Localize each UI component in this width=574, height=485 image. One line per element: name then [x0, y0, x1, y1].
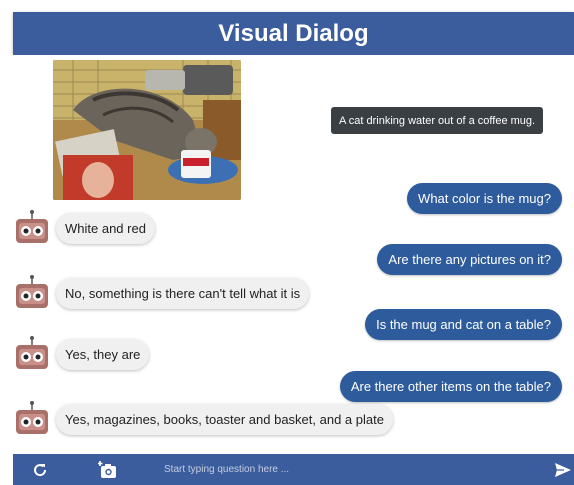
question-bubble: Are there other items on the table? [339, 371, 562, 402]
app-header: Visual Dialog [13, 12, 574, 55]
dialog-image [53, 60, 241, 200]
caption-text: A cat drinking water out of a coffee mug… [339, 114, 536, 127]
answer-row: White and red [13, 210, 155, 246]
robot-avatar-icon [13, 274, 51, 312]
image-caption: A cat drinking water out of a coffee mug… [331, 107, 544, 134]
question-text: Is the mug and cat on a table? [376, 317, 551, 332]
answer-bubble: No, something is there can't tell what i… [56, 277, 310, 309]
answer-row: No, something is there can't tell what i… [13, 274, 310, 312]
robot-avatar-icon [13, 209, 51, 247]
input-bar [13, 454, 574, 485]
send-icon[interactable] [553, 460, 573, 480]
question-input[interactable] [164, 461, 534, 478]
answer-bubble: White and red [56, 212, 155, 244]
question-bubble: What color is the mug? [407, 183, 562, 214]
question-bubble: Are there any pictures on it? [377, 244, 562, 275]
robot-avatar-icon [13, 400, 51, 438]
cat-photo-illustration [53, 60, 241, 200]
refresh-icon[interactable] [30, 460, 50, 480]
answer-text: No, something is there can't tell what i… [65, 285, 301, 301]
add-photo-icon[interactable] [98, 460, 118, 480]
answer-bubble: Yes, they are [56, 338, 150, 370]
answer-text: Yes, magazines, books, toaster and baske… [65, 411, 384, 427]
robot-avatar-icon [13, 335, 51, 373]
question-text: Are there other items on the table? [350, 379, 551, 394]
answer-bubble: Yes, magazines, books, toaster and baske… [56, 403, 393, 435]
app-title: Visual Dialog [218, 19, 369, 47]
answer-row: Yes, they are [13, 335, 150, 373]
answer-row: Yes, magazines, books, toaster and baske… [13, 401, 393, 437]
question-text: What color is the mug? [418, 191, 551, 206]
question-text: Are there any pictures on it? [388, 252, 551, 267]
question-bubble: Is the mug and cat on a table? [365, 309, 562, 340]
answer-text: White and red [65, 220, 146, 236]
visual-dialog-app: Visual Dialog A cat drinking water out o… [0, 0, 574, 485]
answer-text: Yes, they are [65, 346, 141, 362]
